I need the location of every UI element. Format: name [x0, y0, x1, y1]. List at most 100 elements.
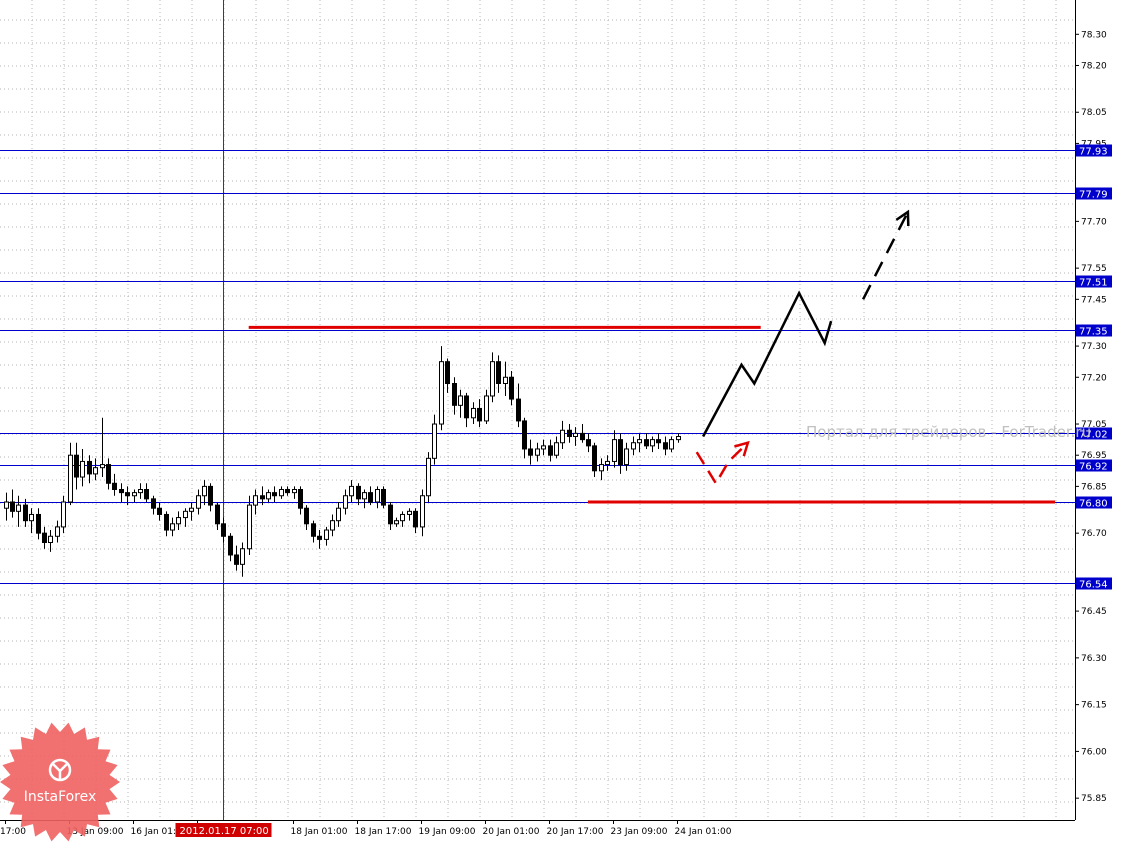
y-tick-label: 76.70	[1081, 529, 1107, 539]
candle	[426, 452, 431, 502]
candle-body	[464, 395, 469, 419]
candle-body	[663, 442, 668, 450]
candle-body	[407, 510, 412, 515]
x-tick-label: 20 Jan 17:00	[547, 827, 604, 837]
candle-body	[208, 485, 213, 506]
y-tick-label: 77.20	[1081, 373, 1107, 383]
candle-body	[317, 535, 322, 540]
y-tick-label: 77.55	[1081, 264, 1107, 274]
candle-body	[605, 460, 610, 466]
candle-body	[516, 398, 521, 422]
candle-body	[349, 485, 354, 497]
candle-body	[292, 489, 297, 494]
price-chart-svg: 78.3078.2078.0577.9577.7077.5577.4577.30…	[0, 0, 1123, 843]
candle-body	[10, 501, 15, 512]
level-price-label: 76.92	[1079, 462, 1108, 473]
candle-body	[42, 532, 47, 544]
candle-body	[656, 439, 661, 444]
x-tick-label: 17:00	[0, 827, 26, 837]
candle-body	[580, 432, 585, 441]
candle-body	[631, 442, 636, 450]
candle-body	[420, 495, 425, 528]
candle-body	[324, 529, 329, 540]
watermark-text: Портал для трейдеров - ForTrader.ru	[806, 423, 1091, 441]
candle-body	[567, 429, 572, 438]
candle-body	[592, 445, 597, 472]
candle-body	[573, 432, 578, 438]
candle-body	[356, 485, 361, 500]
candle-body	[381, 489, 386, 506]
candle-body	[330, 520, 335, 531]
crosshair-date-label: 2012.01.17 07:00	[180, 826, 269, 837]
candle-body	[400, 513, 405, 522]
candle-body	[375, 489, 380, 503]
candle-body	[445, 361, 450, 384]
x-tick-label: 18 Jan 01:00	[291, 827, 348, 837]
candle-body	[279, 489, 284, 497]
y-tick-label: 76.30	[1081, 654, 1107, 664]
candle-body	[650, 439, 655, 447]
y-tick-label: 78.20	[1081, 61, 1107, 71]
x-tick-label: 24 Jan 01:00	[675, 827, 732, 837]
candle-body	[202, 485, 207, 497]
candle-body	[477, 407, 482, 422]
candle-body	[624, 448, 629, 466]
candle-body	[676, 436, 681, 441]
candle-body	[554, 442, 559, 456]
candle-body	[522, 420, 527, 450]
candle-body	[394, 520, 399, 525]
candle-body	[336, 507, 341, 522]
candle-body	[413, 510, 418, 528]
candle-body	[183, 510, 188, 519]
candle-body	[132, 492, 137, 497]
candle-body	[586, 439, 591, 447]
candle-body	[548, 445, 553, 456]
y-tick-label: 78.05	[1081, 108, 1107, 118]
candle-body	[125, 492, 130, 497]
candle-body	[541, 445, 546, 450]
candle-body	[266, 492, 271, 500]
candle-body	[343, 495, 348, 509]
candle-body	[80, 460, 85, 478]
y-tick-label: 77.30	[1081, 342, 1107, 352]
candle-body	[87, 460, 92, 475]
candle-body	[644, 439, 649, 447]
logo-text: InstaForex	[24, 789, 97, 805]
candle-body	[138, 489, 143, 494]
candle-body	[176, 517, 181, 525]
candle-body	[189, 507, 194, 512]
y-tick-label: 77.45	[1081, 295, 1107, 305]
candle-body	[260, 495, 265, 500]
candle-body	[93, 467, 98, 475]
x-tick-label: 20 Jan 01:00	[483, 827, 540, 837]
candle-body	[637, 439, 642, 444]
y-tick-label: 76.45	[1081, 607, 1107, 617]
y-tick-label: 76.15	[1081, 701, 1107, 711]
plot-background	[0, 0, 1123, 843]
candle-body	[452, 382, 457, 406]
candle-body	[388, 504, 393, 525]
candle-body	[48, 535, 53, 544]
y-tick-label: 77.70	[1081, 217, 1107, 227]
candle-body	[196, 495, 201, 509]
candle-body	[618, 439, 623, 466]
candle-body	[74, 454, 79, 478]
candle-body	[215, 504, 220, 525]
candle-body	[599, 464, 604, 472]
candle-body	[151, 498, 156, 509]
candle-body	[484, 395, 489, 422]
candle-body	[304, 507, 309, 525]
candle-body	[509, 376, 514, 400]
candle-body	[535, 448, 540, 456]
candle-body	[503, 376, 508, 384]
candle-body	[234, 554, 239, 565]
y-tick-label: 76.85	[1081, 482, 1107, 492]
candle-body	[157, 507, 162, 515]
candle-body	[272, 492, 277, 497]
candle-body	[426, 457, 431, 497]
level-price-label: 77.93	[1079, 147, 1108, 158]
x-tick-label: 19 Jan 09:00	[419, 827, 476, 837]
candle-body	[61, 501, 66, 528]
candle-body	[528, 448, 533, 456]
candle	[247, 495, 252, 555]
